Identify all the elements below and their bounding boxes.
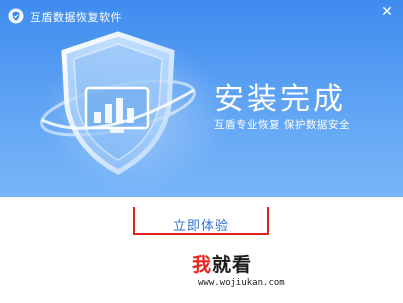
start-now-label: 立即体验 — [172, 219, 229, 234]
window-title: 互盾数据恢复软件 — [30, 11, 122, 24]
watermark-part1: 我 — [192, 254, 213, 276]
completion-banner: 互盾数据恢复软件 ✕ 安装完成 互盾专业恢复 保护数据安全 — [0, 0, 403, 197]
watermark-part2: 就看 — [212, 254, 253, 276]
watermark: 我就看 www.wojiukan.com — [192, 250, 312, 300]
shield-chart-icon — [40, 31, 196, 175]
start-now-button[interactable]: 立即体验 — [133, 207, 269, 235]
watermark-logo: 我就看 — [192, 250, 252, 277]
close-icon[interactable]: ✕ — [379, 4, 395, 20]
watermark-url: www.wojiukan.com — [198, 278, 285, 288]
completion-subtitle: 互盾专业恢复 保护数据安全 — [214, 119, 350, 131]
completion-headline: 安装完成 — [214, 82, 346, 117]
installer-window: 互盾数据恢复软件 ✕ 安装完成 互盾专业恢复 保护数据安全 立即体验 我就看 w… — [0, 0, 403, 303]
shield-logo-icon — [8, 8, 24, 24]
